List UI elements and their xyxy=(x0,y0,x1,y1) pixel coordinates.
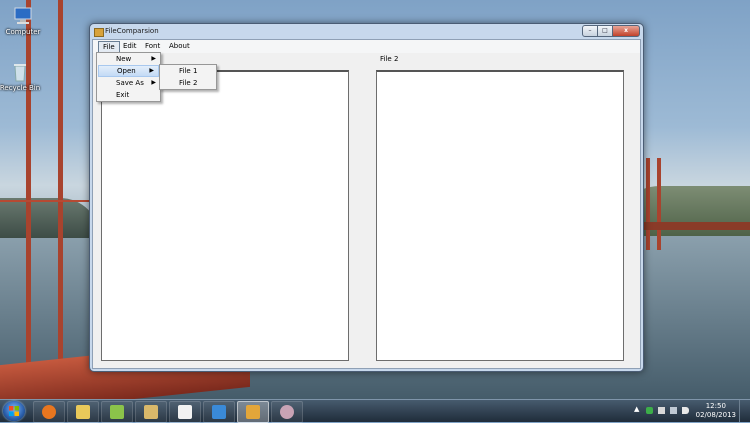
taskbar: ▲ 12:50 02/08/2013 xyxy=(0,399,750,423)
folder-icon xyxy=(76,405,90,419)
taskbar-paint[interactable] xyxy=(135,401,167,423)
app-icon xyxy=(94,28,104,37)
menu-item-exit[interactable]: Exit xyxy=(97,89,160,101)
menu-item-label: New xyxy=(116,55,132,63)
network-icon[interactable] xyxy=(670,407,677,414)
submenu-arrow-icon: ▶ xyxy=(151,55,156,62)
submenu-item-file2[interactable]: File 2 xyxy=(160,77,216,89)
file2-textbox[interactable] xyxy=(376,70,624,361)
desktop-icon-label: Computer xyxy=(5,28,41,36)
windows-logo-icon xyxy=(9,406,19,416)
taskbar-document[interactable] xyxy=(169,401,201,423)
submenu-item-file1[interactable]: File 1 xyxy=(160,65,216,77)
app-icon xyxy=(246,405,260,419)
desktop-icon-computer[interactable]: Computer xyxy=(0,6,46,36)
file1-textbox[interactable] xyxy=(101,70,349,361)
window-titlebar[interactable]: FileComparsion – □ x xyxy=(90,24,643,39)
security-icon[interactable] xyxy=(646,407,653,414)
bridge-tower xyxy=(646,158,650,250)
window-title: FileComparsion xyxy=(105,27,159,35)
file-dropdown-menu: New ▶ Open ▶ Save As ▶ Exit xyxy=(96,52,161,102)
menu-item-open[interactable]: Open ▶ xyxy=(98,65,159,77)
computer-icon xyxy=(12,6,34,26)
submenu-arrow-icon: ▶ xyxy=(149,67,154,74)
action-center-icon[interactable] xyxy=(658,407,665,414)
menu-item-save-as[interactable]: Save As ▶ xyxy=(97,77,160,89)
desktop-icon-recycle-bin[interactable]: Recycle Bin xyxy=(0,62,43,92)
taskbar-search-app[interactable] xyxy=(271,401,303,423)
magnifier-icon xyxy=(280,405,294,419)
notepad-plus-icon xyxy=(110,405,124,419)
menu-item-label: Save As xyxy=(116,79,144,87)
taskbar-pen-app[interactable] xyxy=(203,401,235,423)
menu-item-new[interactable]: New ▶ xyxy=(97,53,160,65)
file2-label: File 2 xyxy=(380,55,399,63)
clock-time: 12:50 xyxy=(705,402,726,410)
taskbar-filecomparsion[interactable] xyxy=(237,401,269,423)
submenu-arrow-icon: ▶ xyxy=(151,79,156,86)
system-tray: ▲ 12:50 02/08/2013 xyxy=(630,400,750,422)
clock[interactable]: 12:50 02/08/2013 xyxy=(696,402,736,420)
menubar: File Edit Font About xyxy=(93,40,640,53)
firefox-icon xyxy=(42,405,56,419)
wallpaper-hills xyxy=(0,198,100,238)
desktop-icon-label: Recycle Bin xyxy=(0,84,41,92)
clock-date: 02/08/2013 xyxy=(695,411,736,419)
bridge-cable xyxy=(0,200,90,202)
menu-edit[interactable]: Edit xyxy=(119,41,141,52)
menu-font[interactable]: Font xyxy=(141,41,164,52)
document-icon xyxy=(178,405,192,419)
bridge-tower xyxy=(657,158,661,250)
volume-icon[interactable] xyxy=(682,407,689,414)
menu-about[interactable]: About xyxy=(165,41,194,52)
pen-icon xyxy=(212,405,226,419)
open-submenu: File 1 File 2 xyxy=(159,64,217,90)
show-desktop-button[interactable] xyxy=(739,400,750,422)
taskbar-notepad[interactable] xyxy=(101,401,133,423)
minimize-button[interactable]: – xyxy=(582,25,598,37)
tray-expand-icon[interactable]: ▲ xyxy=(634,405,641,413)
close-button[interactable]: x xyxy=(612,25,640,37)
recycle-bin-icon xyxy=(9,62,31,82)
menu-item-label: Open xyxy=(117,67,136,75)
taskbar-explorer[interactable] xyxy=(67,401,99,423)
taskbar-firefox[interactable] xyxy=(33,401,65,423)
start-button[interactable] xyxy=(3,401,25,421)
maximize-button[interactable]: □ xyxy=(597,25,613,37)
menu-item-label: Exit xyxy=(116,91,130,99)
paint-icon xyxy=(144,405,158,419)
